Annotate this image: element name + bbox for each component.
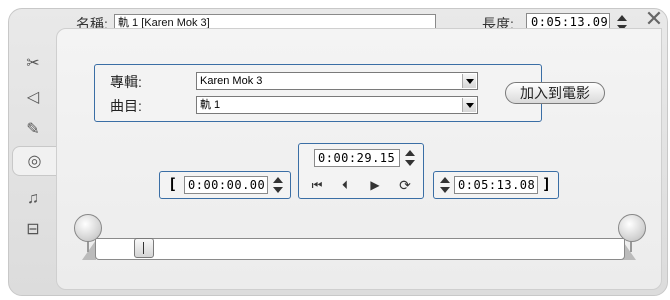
album-dropdown[interactable]: Karen Mok 3: [196, 72, 478, 90]
up-arrow-icon[interactable]: [617, 15, 627, 21]
current-time-stepper[interactable]: [404, 149, 416, 167]
in-trim-handle[interactable]: [74, 214, 102, 242]
out-trim-handle[interactable]: [618, 214, 646, 242]
track-label: 曲目:: [110, 98, 142, 114]
music-note-icon: ♫: [27, 190, 39, 207]
tab-paint[interactable]: ✎: [16, 114, 50, 144]
chevron-down-icon[interactable]: [462, 98, 476, 112]
previous-frame-icon[interactable]: ⏴: [336, 178, 354, 193]
in-trim-marker: [82, 240, 96, 260]
in-point-field[interactable]: 0:00:00.00: [184, 176, 268, 194]
tab-cd-audio[interactable]: ◎: [12, 146, 56, 176]
play-icon[interactable]: ▶: [366, 178, 384, 192]
out-point-stepper[interactable]: [439, 176, 451, 194]
down-arrow-icon[interactable]: [273, 187, 283, 193]
track-value: 軌 1: [200, 99, 221, 111]
tab-volume[interactable]: ⊟: [16, 214, 50, 244]
playhead-scrubber[interactable]: [134, 238, 155, 258]
chevron-down-icon[interactable]: [462, 74, 476, 88]
volume-icon: ⊟: [26, 221, 40, 238]
cd-icon: ◎: [27, 153, 42, 170]
album-label: 專輯:: [110, 74, 142, 90]
rewind-icon[interactable]: ⏮: [308, 178, 326, 193]
cd-audio-editor: 名稱: 軌 1 [Karen Mok 3] 長度: 0:05:13.09 ✕ ✂…: [0, 0, 670, 300]
timeline-track[interactable]: [95, 238, 625, 260]
track-dropdown[interactable]: 軌 1: [196, 96, 478, 114]
out-point-field[interactable]: 0:05:13.08: [454, 176, 538, 194]
in-point-stepper[interactable]: [272, 176, 284, 194]
down-arrow-icon[interactable]: [405, 160, 415, 166]
tab-music[interactable]: ♫: [16, 184, 50, 214]
in-bracket: [: [168, 175, 178, 193]
album-value: Karen Mok 3: [200, 75, 263, 87]
current-time-field[interactable]: 0:00:29.15: [314, 149, 400, 167]
video-edit-icon: ✂: [26, 55, 40, 72]
add-to-movie-button[interactable]: 加入到電影: [505, 82, 605, 104]
tab-video-edit[interactable]: ✂: [16, 48, 50, 78]
tab-audio[interactable]: ◁: [16, 82, 50, 112]
out-bracket: ]: [542, 175, 552, 193]
up-arrow-icon[interactable]: [273, 177, 283, 183]
audio-icon: ◁: [26, 89, 40, 106]
loop-icon[interactable]: ⟳: [396, 177, 414, 194]
up-arrow-icon[interactable]: [440, 177, 450, 183]
up-arrow-icon[interactable]: [405, 150, 415, 156]
paint-icon: ✎: [26, 121, 40, 138]
down-arrow-icon[interactable]: [440, 187, 450, 193]
